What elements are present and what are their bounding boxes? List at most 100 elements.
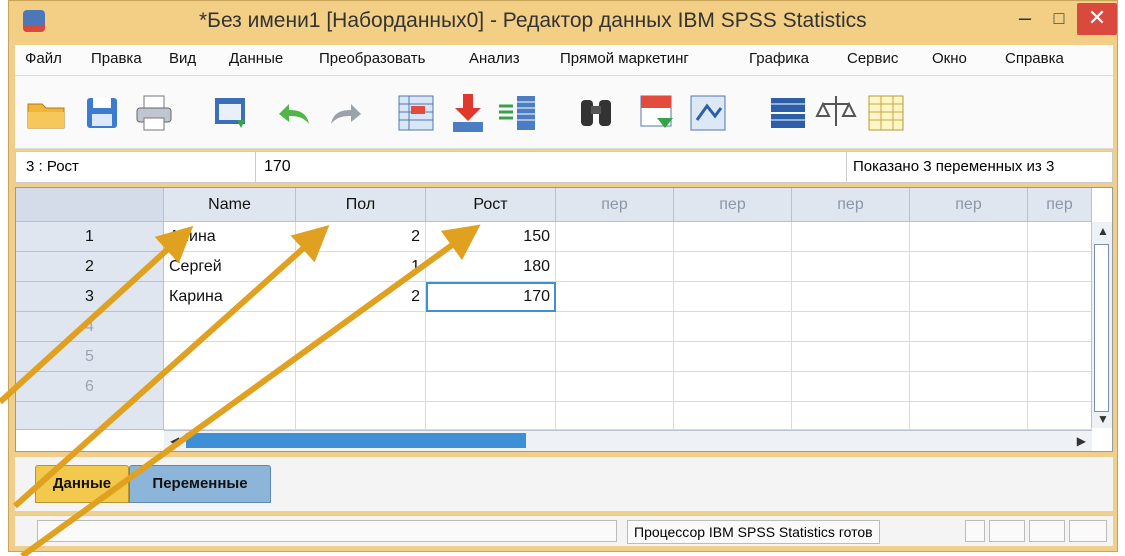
table-cell[interactable] xyxy=(792,342,910,372)
save-icon[interactable] xyxy=(81,92,123,134)
table-cell[interactable] xyxy=(556,402,674,430)
table-cell[interactable] xyxy=(674,342,792,372)
table-cell[interactable] xyxy=(1028,312,1092,342)
open-folder-icon[interactable] xyxy=(25,92,67,134)
table-cell[interactable]: 1 xyxy=(296,252,426,282)
maximize-button[interactable]: □ xyxy=(1039,3,1079,35)
table-cell[interactable] xyxy=(792,372,910,402)
menu-edit[interactable]: Правка xyxy=(91,50,142,67)
column-header-empty[interactable]: пер xyxy=(556,188,674,222)
menu-utilities[interactable]: Сервис xyxy=(847,50,898,67)
row-header[interactable]: 2 xyxy=(16,252,164,282)
table-cell[interactable] xyxy=(674,282,792,312)
horizontal-scroll-thumb[interactable] xyxy=(186,433,526,448)
table-cell[interactable] xyxy=(792,312,910,342)
table-cell[interactable] xyxy=(792,222,910,252)
table-cell[interactable] xyxy=(792,282,910,312)
table-cell[interactable]: 180 xyxy=(426,252,556,282)
undo-icon[interactable] xyxy=(273,92,315,134)
table-cell[interactable]: Сергей xyxy=(164,252,296,282)
menu-analyze[interactable]: Анализ xyxy=(469,50,520,67)
table-cell[interactable] xyxy=(792,252,910,282)
table-cell[interactable] xyxy=(1028,342,1092,372)
column-header-height[interactable]: Рост xyxy=(426,188,556,222)
table-cell[interactable] xyxy=(164,312,296,342)
active-table-cell[interactable]: 170 xyxy=(426,282,556,312)
menu-graphs[interactable]: Графика xyxy=(749,50,809,67)
row-header[interactable]: 3 xyxy=(16,282,164,312)
scroll-right-icon[interactable]: ▶ xyxy=(1077,434,1086,448)
table-cell[interactable] xyxy=(556,312,674,342)
column-header-empty[interactable]: пер xyxy=(1028,188,1092,222)
row-header[interactable]: 6 xyxy=(16,372,164,402)
row-header[interactable]: 4 xyxy=(16,312,164,342)
table-cell[interactable] xyxy=(296,342,426,372)
menu-view[interactable]: Вид xyxy=(169,50,196,67)
table-cell[interactable] xyxy=(1028,252,1092,282)
table-cell[interactable] xyxy=(426,312,556,342)
table-cell[interactable] xyxy=(910,282,1028,312)
table-cell[interactable] xyxy=(910,372,1028,402)
table-cell[interactable] xyxy=(674,372,792,402)
tab-variable-view[interactable]: Переменные xyxy=(129,465,271,503)
table-cell[interactable] xyxy=(792,402,910,430)
table-cell[interactable] xyxy=(910,402,1028,430)
row-header[interactable]: 5 xyxy=(16,342,164,372)
table-cell[interactable] xyxy=(910,222,1028,252)
table-cell[interactable] xyxy=(164,342,296,372)
table-cell[interactable] xyxy=(674,252,792,282)
table-cell[interactable] xyxy=(426,372,556,402)
weight-cases-icon[interactable] xyxy=(815,92,857,134)
vertical-scrollbar[interactable]: ▲ ▼ xyxy=(1091,222,1112,428)
goto-case-icon[interactable] xyxy=(395,92,437,134)
table-cell[interactable] xyxy=(556,282,674,312)
split-file-icon[interactable] xyxy=(767,92,809,134)
scroll-up-icon[interactable]: ▲ xyxy=(1097,224,1109,238)
menu-transform[interactable]: Преобразовать xyxy=(319,50,425,67)
table-cell[interactable] xyxy=(556,342,674,372)
table-cell[interactable] xyxy=(296,312,426,342)
insert-cases-icon[interactable] xyxy=(637,92,679,134)
column-header-sex[interactable]: Пол xyxy=(296,188,426,222)
table-cell[interactable] xyxy=(910,252,1028,282)
menu-help[interactable]: Справка xyxy=(1005,50,1064,67)
table-cell[interactable] xyxy=(1028,402,1092,430)
scroll-left-icon[interactable]: ◀ xyxy=(170,434,179,448)
table-cell[interactable] xyxy=(556,222,674,252)
close-button[interactable]: ✕ xyxy=(1077,3,1117,35)
menu-data[interactable]: Данные xyxy=(229,50,283,67)
redo-icon[interactable] xyxy=(325,92,367,134)
table-cell[interactable] xyxy=(1028,282,1092,312)
table-cell[interactable] xyxy=(674,312,792,342)
vertical-scroll-thumb[interactable] xyxy=(1094,244,1109,412)
select-cases-icon[interactable] xyxy=(865,92,907,134)
table-cell[interactable] xyxy=(426,402,556,430)
table-cell[interactable] xyxy=(674,402,792,430)
row-header[interactable]: 1 xyxy=(16,222,164,252)
menu-file[interactable]: Файл xyxy=(25,50,62,67)
table-cell[interactable]: Алина xyxy=(164,222,296,252)
table-cell[interactable]: Карина xyxy=(164,282,296,312)
table-cell[interactable] xyxy=(556,252,674,282)
column-header-empty[interactable]: пер xyxy=(910,188,1028,222)
table-cell[interactable]: 2 xyxy=(296,222,426,252)
goto-variable-icon[interactable] xyxy=(447,92,489,134)
menu-window[interactable]: Окно xyxy=(932,50,967,67)
table-cell[interactable] xyxy=(556,372,674,402)
table-cell[interactable] xyxy=(164,372,296,402)
table-cell[interactable] xyxy=(296,402,426,430)
column-header-empty[interactable]: пер xyxy=(792,188,910,222)
table-cell[interactable] xyxy=(910,342,1028,372)
tab-data-view[interactable]: Данные xyxy=(35,465,129,503)
horizontal-scrollbar[interactable]: ◀ ▶ xyxy=(164,430,1092,451)
grid-corner[interactable] xyxy=(16,188,164,222)
active-cell-name[interactable]: 3 : Рост xyxy=(16,152,256,182)
menu-direct-marketing[interactable]: Прямой маркетинг xyxy=(560,50,689,67)
spss-app-icon[interactable] xyxy=(23,10,45,32)
table-cell[interactable] xyxy=(910,312,1028,342)
print-icon[interactable] xyxy=(133,92,175,134)
column-header-name[interactable]: Name xyxy=(164,188,296,222)
table-cell[interactable] xyxy=(674,222,792,252)
table-cell[interactable] xyxy=(1028,372,1092,402)
active-cell-value[interactable]: 170 xyxy=(264,152,291,182)
